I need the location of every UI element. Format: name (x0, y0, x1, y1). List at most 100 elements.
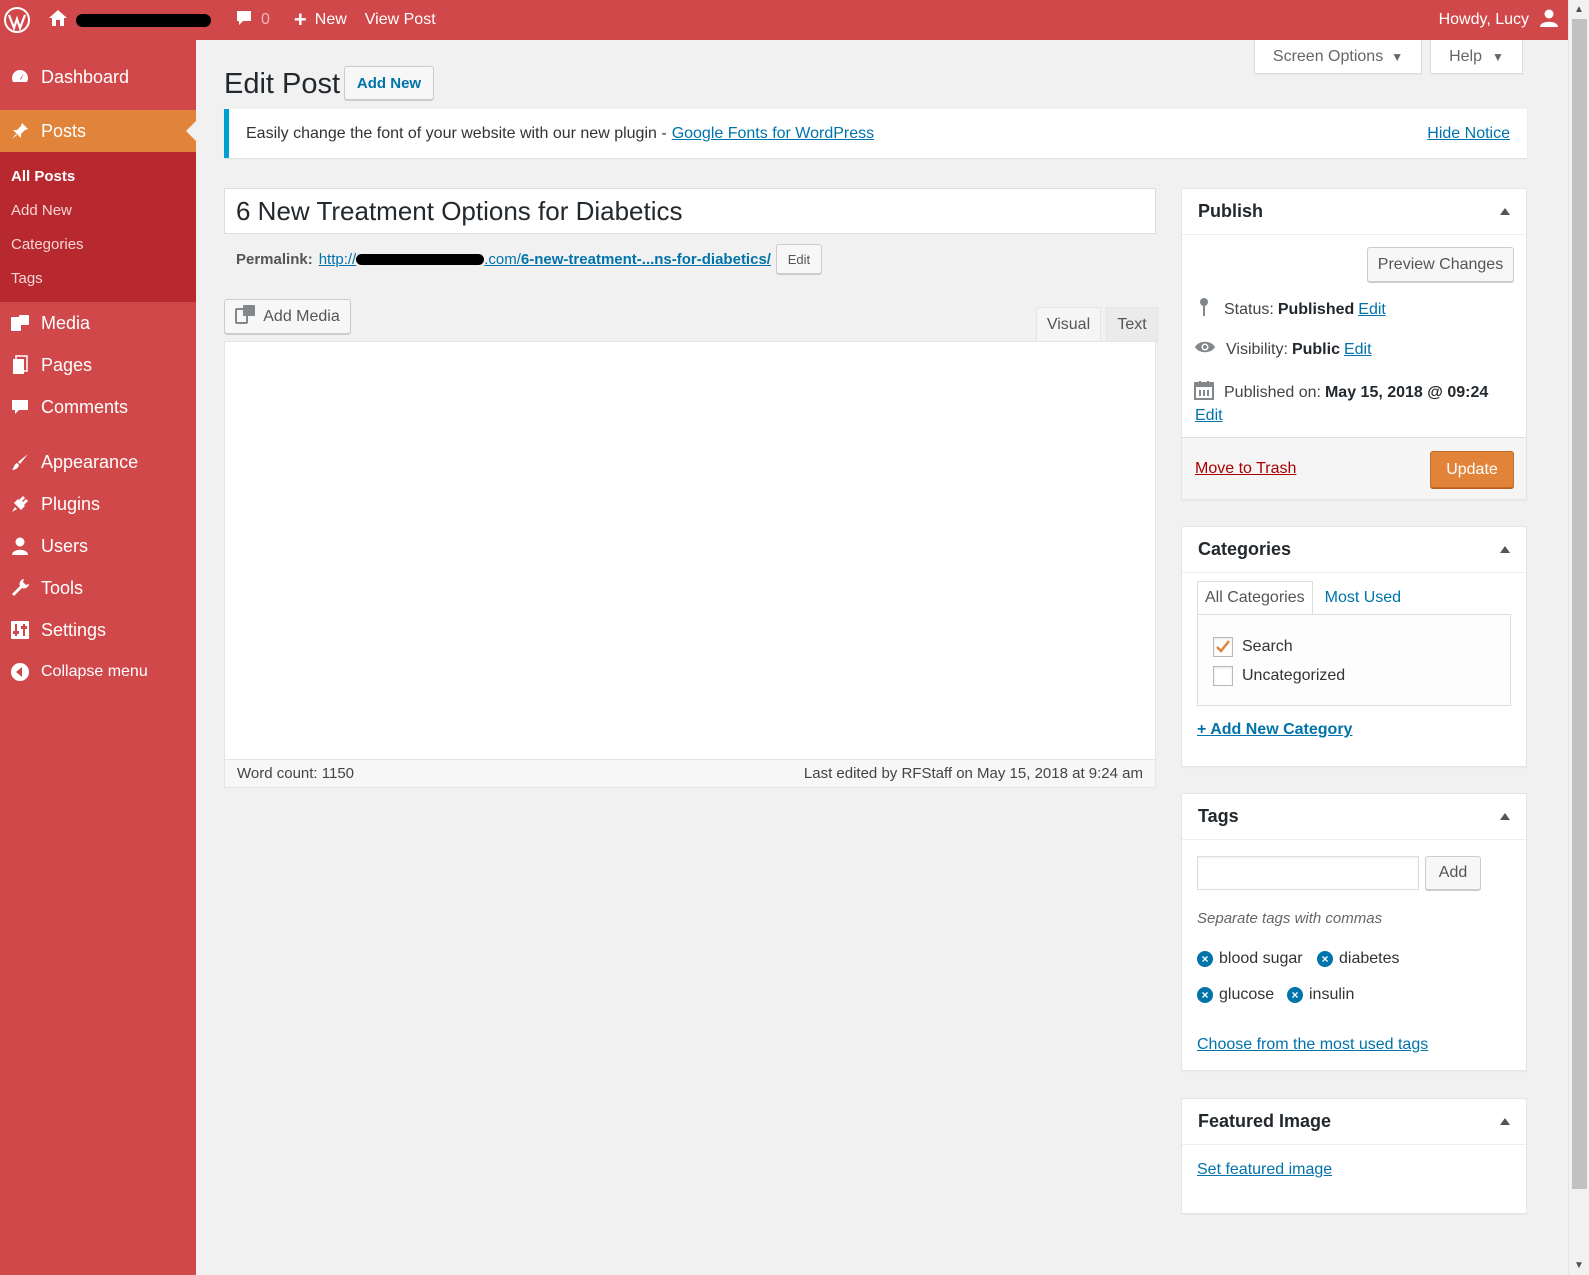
menu-pages[interactable]: Pages (0, 344, 196, 386)
submenu-all-posts[interactable]: All Posts (0, 160, 196, 194)
add-tag-button[interactable]: Add (1425, 856, 1481, 890)
tab-visual[interactable]: Visual (1036, 307, 1101, 342)
toggle-arrow-icon[interactable] (1500, 1118, 1510, 1125)
home-icon (48, 8, 68, 33)
page-scrollbar[interactable]: ▲ ▼ (1568, 0, 1589, 1275)
toggle-arrow-icon[interactable] (1500, 813, 1510, 820)
remove-tag-icon[interactable]: × (1197, 987, 1213, 1003)
scroll-up-arrow-icon[interactable]: ▲ (1574, 4, 1584, 15)
remove-tag-icon[interactable]: × (1317, 951, 1333, 967)
tags-title: Tags (1198, 806, 1239, 826)
add-new-category-link[interactable]: + Add New Category (1197, 721, 1352, 739)
menu-dashboard[interactable]: Dashboard (0, 56, 196, 98)
word-count: Word count: 1150 (237, 765, 355, 782)
hide-notice-link[interactable]: Hide Notice (1427, 125, 1510, 143)
category-item[interactable]: Uncategorized (1213, 666, 1345, 686)
menu-tools[interactable]: Tools (0, 567, 196, 609)
my-account-menu[interactable]: Howdy, Lucy (1430, 0, 1589, 40)
submenu-add-new[interactable]: Add New (0, 194, 196, 228)
notice-link[interactable]: Google Fonts for WordPress (672, 125, 874, 143)
move-to-trash-link[interactable]: Move to Trash (1195, 460, 1296, 478)
published-value: May 15, 2018 @ 09:24 (1324, 383, 1489, 401)
status-edit-link[interactable]: Edit (1358, 301, 1386, 319)
new-tag-input[interactable] (1197, 856, 1419, 890)
publish-box: Publish Preview Changes Status: Publishe… (1181, 188, 1527, 500)
wrench-icon (9, 577, 31, 599)
set-featured-image-link[interactable]: Set featured image (1197, 1161, 1332, 1179)
publish-box-header[interactable]: Publish (1182, 189, 1526, 235)
permalink-row: Permalink: http:// .com/6-new-treatment-.… (236, 244, 822, 274)
category-label: Uncategorized (1242, 667, 1346, 684)
published-label: Published on: (1224, 383, 1321, 401)
scrollbar-thumb[interactable] (1572, 19, 1587, 1189)
remove-tag-icon[interactable]: × (1287, 987, 1303, 1003)
scroll-down-arrow-icon[interactable]: ▼ (1574, 1260, 1584, 1271)
featured-image-box-header[interactable]: Featured Image (1182, 1099, 1526, 1145)
tab-most-used[interactable]: Most Used (1318, 581, 1408, 615)
permalink-link[interactable]: http:// .com/6-new-treatment-...ns-for-di… (319, 251, 771, 268)
screen-options-tab[interactable]: Screen Options ▼ (1254, 40, 1422, 74)
category-tabs: All Categories Most Used (1197, 581, 1408, 615)
choose-most-used-tags-link[interactable]: Choose from the most used tags (1197, 1036, 1428, 1054)
editor-tabs: Visual Text (1036, 307, 1158, 342)
tab-text[interactable]: Text (1106, 307, 1158, 342)
tab-all-categories[interactable]: All Categories (1197, 581, 1313, 615)
checkbox-checked[interactable] (1213, 637, 1233, 657)
menu-appearance[interactable]: Appearance (0, 441, 196, 483)
wordpress-logo-icon[interactable] (0, 0, 39, 40)
plugin-icon (9, 493, 31, 515)
caret-down-icon: ▼ (1492, 49, 1504, 64)
visibility-value: Public (1291, 340, 1340, 358)
preview-changes-button[interactable]: Preview Changes (1367, 247, 1514, 282)
update-button[interactable]: Update (1430, 451, 1514, 488)
help-label: Help (1449, 47, 1482, 65)
tag-label: insulin (1309, 986, 1355, 1003)
categories-box-header[interactable]: Categories (1182, 527, 1526, 573)
site-name-link[interactable] (39, 0, 220, 40)
page-title: Edit Post (224, 68, 341, 100)
post-content-editor[interactable] (224, 341, 1156, 760)
tags-box: Tags Add Separate tags with commas × blo… (1181, 793, 1527, 1071)
comments-link[interactable]: 0 (226, 0, 279, 40)
admin-sidebar: Dashboard Posts All Posts Add New Catego… (0, 40, 196, 1275)
menu-label: Pages (41, 354, 93, 375)
toggle-arrow-icon[interactable] (1500, 208, 1510, 215)
submenu-tags[interactable]: Tags (0, 262, 196, 296)
menu-plugins[interactable]: Plugins (0, 483, 196, 525)
editor-status-bar: Word count: 1150 Last edited by RFStaff … (224, 759, 1156, 788)
caret-down-icon: ▼ (1391, 49, 1404, 64)
permalink-label: Permalink: (236, 250, 313, 268)
howdy-text: Howdy, Lucy (1438, 11, 1529, 28)
checkbox-unchecked[interactable] (1213, 666, 1233, 686)
menu-media[interactable]: Media (0, 302, 196, 344)
new-label: New (314, 11, 347, 28)
menu-users[interactable]: Users (0, 525, 196, 567)
view-post-link[interactable]: View Post (356, 0, 445, 40)
toggle-arrow-icon[interactable] (1500, 546, 1510, 553)
menu-label: Collapse menu (41, 663, 148, 680)
tag-item: × diabetes (1317, 950, 1400, 968)
help-tab[interactable]: Help ▼ (1430, 40, 1523, 74)
add-media-button[interactable]: Add Media (224, 299, 351, 334)
new-content-link[interactable]: + New (285, 0, 356, 40)
add-new-button[interactable]: Add New (344, 66, 434, 100)
remove-tag-icon[interactable]: × (1197, 951, 1213, 967)
tags-box-header[interactable]: Tags (1182, 794, 1526, 840)
submenu-categories[interactable]: Categories (0, 228, 196, 262)
menu-settings[interactable]: Settings (0, 609, 196, 651)
status-label: Status: (1224, 300, 1274, 318)
tag-label: diabetes (1339, 950, 1400, 967)
permalink-edit-button[interactable]: Edit (775, 244, 822, 274)
menu-comments[interactable]: Comments (0, 386, 196, 428)
publish-actions: Move to Trash Update (1182, 437, 1526, 499)
menu-label: Tools (41, 577, 84, 598)
menu-posts[interactable]: Posts (0, 110, 196, 152)
published-edit-link[interactable]: Edit (1195, 407, 1223, 425)
menu-label: Comments (41, 396, 129, 417)
menu-collapse[interactable]: Collapse menu (0, 651, 196, 693)
category-item[interactable]: Search (1213, 637, 1293, 657)
post-title-input[interactable]: 6 New Treatment Options for Diabetics (224, 188, 1156, 234)
visibility-edit-link[interactable]: Edit (1344, 341, 1372, 359)
avatar-icon (1539, 8, 1559, 33)
status-value: Published (1277, 300, 1355, 318)
